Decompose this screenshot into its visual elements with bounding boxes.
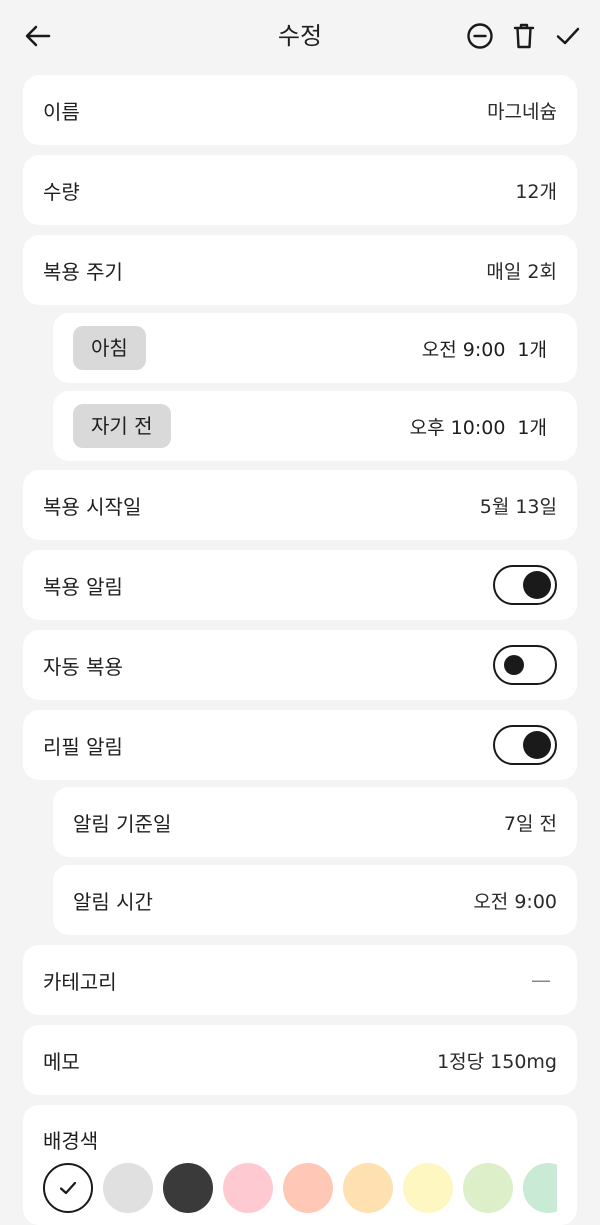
color-swatch[interactable] bbox=[43, 1163, 93, 1213]
category-label: 카테고리 bbox=[43, 969, 117, 994]
cycle-row[interactable]: 복용 주기 매일 2회 bbox=[23, 235, 577, 305]
refill-base-day-row[interactable]: 알림 기준일 7일 전 bbox=[53, 787, 577, 857]
arrow-left-icon bbox=[23, 21, 53, 51]
color-swatch[interactable] bbox=[403, 1163, 453, 1213]
schedule-row-bedtime[interactable]: 자기 전 오후 10:00 1개 bbox=[53, 391, 577, 461]
color-swatch[interactable] bbox=[463, 1163, 513, 1213]
refill-time-row[interactable]: 알림 시간 오전 9:00 bbox=[53, 865, 577, 935]
schedule-time: 오전 9:00 bbox=[421, 338, 506, 361]
color-swatch[interactable] bbox=[523, 1163, 557, 1213]
color-swatch[interactable] bbox=[283, 1163, 333, 1213]
refill-alarm-row: 리필 알림 bbox=[23, 710, 577, 780]
color-swatch-list bbox=[43, 1163, 557, 1223]
background-color-card: 배경색 bbox=[23, 1105, 577, 1225]
color-swatch[interactable] bbox=[163, 1163, 213, 1213]
memo-value: 1정당 150mg bbox=[437, 1050, 557, 1073]
schedule-chip: 자기 전 bbox=[73, 404, 171, 448]
category-row[interactable]: 카테고리 — bbox=[23, 945, 577, 1015]
trash-icon bbox=[512, 22, 536, 50]
schedule-chip: 아침 bbox=[73, 326, 146, 370]
delete-button[interactable] bbox=[506, 16, 542, 56]
refill-alarm-label: 리필 알림 bbox=[43, 734, 123, 759]
auto-dose-toggle[interactable] bbox=[493, 645, 557, 685]
schedule-row-morning[interactable]: 아침 오전 9:00 1개 bbox=[53, 313, 577, 383]
auto-dose-row: 자동 복용 bbox=[23, 630, 577, 700]
refill-time-label: 알림 시간 bbox=[73, 889, 153, 914]
top-app-bar: 수정 bbox=[0, 0, 600, 72]
quantity-label: 수량 bbox=[43, 179, 80, 204]
start-date-label: 복용 시작일 bbox=[43, 494, 142, 519]
minus-circle-icon bbox=[466, 22, 494, 50]
dose-alarm-label: 복용 알림 bbox=[43, 574, 123, 599]
dose-alarm-toggle[interactable] bbox=[493, 565, 557, 605]
refill-base-day-value: 7일 전 bbox=[503, 812, 557, 835]
check-icon bbox=[555, 23, 581, 49]
quantity-value: 12개 bbox=[515, 180, 557, 203]
refill-time-value: 오전 9:00 bbox=[473, 890, 557, 913]
memo-row[interactable]: 메모 1정당 150mg bbox=[23, 1025, 577, 1095]
category-value: — bbox=[531, 968, 551, 992]
start-date-row[interactable]: 복용 시작일 5월 13일 bbox=[23, 470, 577, 540]
color-swatch[interactable] bbox=[223, 1163, 273, 1213]
pause-button[interactable] bbox=[462, 16, 498, 56]
quantity-row[interactable]: 수량 12개 bbox=[23, 155, 577, 225]
start-date-value: 5월 13일 bbox=[479, 495, 557, 518]
back-button[interactable] bbox=[18, 16, 58, 56]
memo-label: 메모 bbox=[43, 1049, 80, 1074]
color-swatch[interactable] bbox=[103, 1163, 153, 1213]
schedule-dose: 1개 bbox=[517, 416, 547, 439]
cycle-value: 매일 2회 bbox=[486, 260, 557, 283]
name-label: 이름 bbox=[43, 99, 80, 124]
color-swatch[interactable] bbox=[343, 1163, 393, 1213]
schedule-time: 오후 10:00 bbox=[409, 416, 506, 439]
refill-base-day-label: 알림 기준일 bbox=[73, 811, 172, 836]
schedule-dose: 1개 bbox=[517, 338, 547, 361]
background-color-label: 배경색 bbox=[43, 1129, 99, 1153]
confirm-button[interactable] bbox=[550, 16, 586, 56]
dose-alarm-row: 복용 알림 bbox=[23, 550, 577, 620]
refill-alarm-toggle[interactable] bbox=[493, 725, 557, 765]
auto-dose-label: 자동 복용 bbox=[43, 654, 123, 679]
name-value: 마그네슘 bbox=[487, 100, 557, 123]
cycle-label: 복용 주기 bbox=[43, 259, 123, 284]
name-row[interactable]: 이름 마그네슘 bbox=[23, 75, 577, 145]
check-icon bbox=[58, 1178, 78, 1198]
